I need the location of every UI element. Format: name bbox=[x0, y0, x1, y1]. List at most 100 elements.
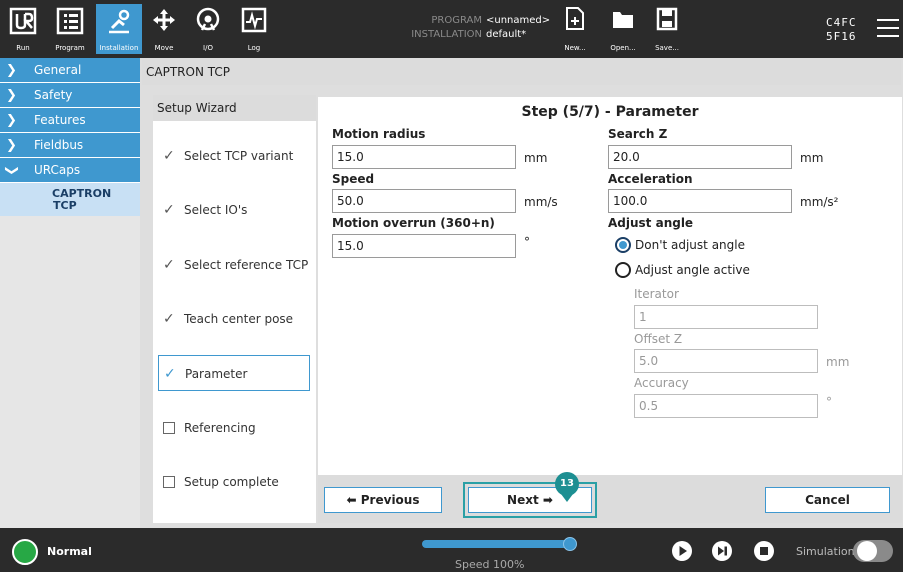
new-button[interactable]: New... bbox=[558, 4, 592, 54]
open-folder-icon bbox=[613, 12, 633, 28]
sidebar-item-general[interactable]: ❯ General bbox=[0, 58, 140, 83]
wizard-step-select-tcp-variant[interactable]: ✓ Select TCP variant bbox=[158, 138, 310, 174]
io-tab-label: I/O bbox=[203, 44, 213, 52]
open-button[interactable]: Open... bbox=[606, 4, 640, 54]
installation-tab[interactable]: Installation bbox=[96, 4, 142, 54]
wizard-step-label: Select IO's bbox=[184, 203, 248, 217]
open-button-label: Open... bbox=[610, 44, 636, 52]
wizard-step-setup-complete[interactable]: Setup complete bbox=[158, 464, 310, 500]
motion-radius-label: Motion radius bbox=[332, 127, 426, 141]
marker-pointer bbox=[561, 494, 573, 502]
motion-overrun-field[interactable]: 15.0 bbox=[332, 234, 516, 258]
sidebar-item-label: Fieldbus bbox=[34, 138, 84, 152]
speed-label: Speed 100% bbox=[455, 558, 525, 571]
installation-name: default* bbox=[486, 29, 527, 40]
iterator-field[interactable]: 1 bbox=[634, 305, 818, 329]
stop-icon bbox=[760, 547, 768, 555]
top-bar: Run Program Installation Move I/O Log PR… bbox=[0, 0, 903, 58]
wizard-step-label: Select reference TCP bbox=[184, 258, 309, 272]
search-z-field[interactable]: 20.0 bbox=[608, 145, 792, 169]
save-button-label: Save... bbox=[655, 44, 679, 52]
wizard-navigation: ⬅ Previous Next ➡ Cancel bbox=[318, 475, 902, 523]
sidebar-item-label: Safety bbox=[34, 88, 73, 102]
checkbox-empty-icon bbox=[163, 422, 175, 434]
arrow-right-icon: ➡ bbox=[542, 493, 553, 507]
wizard-step-referencing[interactable]: Referencing bbox=[158, 410, 310, 446]
motion-overrun-label: Motion overrun (360+n) bbox=[332, 216, 495, 230]
play-button[interactable] bbox=[672, 541, 692, 561]
move-tab-label: Move bbox=[154, 44, 174, 52]
wizard-step-label: Parameter bbox=[185, 367, 248, 381]
sidebar-item-captron-tcp[interactable]: CAPTRON TCP bbox=[0, 183, 140, 216]
motion-overrun-unit: ° bbox=[524, 235, 530, 249]
sidebar-item-urcaps[interactable]: ❯ URCaps bbox=[0, 158, 140, 183]
previous-button[interactable]: ⬅ Previous bbox=[324, 487, 442, 513]
radio-dont-adjust-angle[interactable] bbox=[615, 237, 631, 253]
page-title: CAPTRON TCP bbox=[142, 60, 901, 85]
cancel-button-label: Cancel bbox=[805, 493, 850, 507]
wizard-step-select-ios[interactable]: ✓ Select IO's bbox=[158, 192, 310, 228]
acceleration-field[interactable]: 100.0 bbox=[608, 189, 792, 213]
wizard-step-parameter[interactable]: ✓ Parameter bbox=[158, 355, 310, 391]
wizard-step-select-reference-tcp[interactable]: ✓ Select reference TCP bbox=[158, 247, 310, 283]
wizard-step-label: Referencing bbox=[184, 421, 256, 435]
menu-icon[interactable] bbox=[877, 19, 899, 43]
radio-adjust-angle-active-label: Adjust angle active bbox=[635, 263, 750, 277]
program-key: PROGRAM bbox=[431, 15, 482, 26]
io-tab[interactable]: I/O bbox=[190, 4, 226, 54]
step-icon bbox=[718, 546, 727, 556]
previous-button-label: Previous bbox=[360, 493, 420, 507]
log-icon bbox=[241, 7, 267, 33]
chevron-right-icon: ❯ bbox=[6, 113, 17, 128]
sidebar-item-fieldbus[interactable]: ❯ Fieldbus bbox=[0, 133, 140, 158]
cancel-button[interactable]: Cancel bbox=[765, 487, 890, 513]
wizard-step-teach-center-pose[interactable]: ✓ Teach center pose bbox=[158, 301, 310, 337]
radio-dont-adjust-angle-label: Don't adjust angle bbox=[635, 238, 745, 252]
simulation-toggle-knob[interactable] bbox=[857, 541, 877, 561]
step-button[interactable] bbox=[712, 541, 732, 561]
new-button-label: New... bbox=[564, 44, 586, 52]
offset-z-field[interactable]: 5.0 bbox=[634, 349, 818, 373]
check-icon: ✓ bbox=[163, 311, 175, 327]
run-tab-label: Run bbox=[16, 44, 30, 52]
sidebar-sub-label-2: TCP bbox=[53, 199, 77, 212]
io-icon bbox=[196, 7, 220, 31]
robot-status: Normal bbox=[47, 545, 92, 558]
search-z-unit: mm bbox=[800, 151, 824, 165]
arrow-left-icon: ⬅ bbox=[346, 493, 357, 507]
sidebar: ❯ General ❯ Safety ❯ Features ❯ Fieldbus ❯ UR… bbox=[0, 58, 140, 528]
sidebar-item-safety[interactable]: ❯ Safety bbox=[0, 83, 140, 108]
check-icon: ✓ bbox=[163, 257, 175, 273]
simulation-label: Simulation bbox=[796, 545, 855, 558]
accuracy-label: Accuracy bbox=[634, 376, 689, 390]
ur-logo-icon bbox=[9, 7, 37, 35]
wizard-step-label: Setup complete bbox=[184, 475, 279, 489]
program-tab[interactable]: Program bbox=[48, 4, 92, 54]
radio-adjust-angle-active[interactable] bbox=[615, 262, 631, 278]
run-tab[interactable]: Run bbox=[4, 4, 42, 54]
log-tab[interactable]: Log bbox=[236, 4, 272, 54]
speed-unit: mm/s bbox=[524, 195, 558, 209]
save-button[interactable]: Save... bbox=[650, 4, 684, 54]
power-status-icon[interactable] bbox=[12, 539, 38, 565]
sidebar-item-features[interactable]: ❯ Features bbox=[0, 108, 140, 133]
speed-field[interactable]: 50.0 bbox=[332, 189, 516, 213]
play-icon bbox=[679, 546, 687, 556]
accuracy-field[interactable]: 0.5 bbox=[634, 394, 818, 418]
move-icon bbox=[153, 9, 175, 31]
speed-slider-track[interactable] bbox=[422, 540, 572, 548]
motion-radius-field[interactable]: 15.0 bbox=[332, 145, 516, 169]
acceleration-unit: mm/s² bbox=[800, 195, 839, 209]
stop-button[interactable] bbox=[754, 541, 774, 561]
accuracy-unit: ° bbox=[826, 395, 832, 409]
speed-slider-handle[interactable] bbox=[563, 537, 577, 551]
wizard-step-label: Select TCP variant bbox=[184, 149, 294, 163]
wizard-title: Setup Wizard bbox=[153, 95, 316, 121]
offset-z-label: Offset Z bbox=[634, 332, 683, 346]
offset-z-unit: mm bbox=[826, 355, 850, 369]
move-tab[interactable]: Move bbox=[146, 4, 182, 54]
log-tab-label: Log bbox=[247, 44, 261, 52]
speed-label: Speed bbox=[332, 172, 375, 186]
parameter-panel: Step (5/7) - Parameter Motion radius 15.… bbox=[318, 97, 902, 523]
chevron-right-icon: ❯ bbox=[6, 138, 17, 153]
